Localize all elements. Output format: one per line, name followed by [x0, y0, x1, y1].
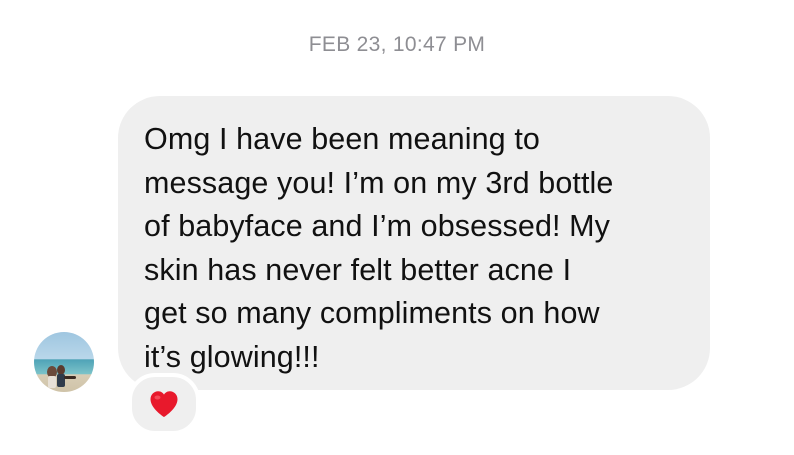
message-text: Omg I have been meaning to message you! …: [144, 118, 686, 379]
message-line: get so many compliments on how: [144, 296, 600, 330]
message-line: Omg I have been meaning to: [144, 122, 540, 156]
message-line: of babyface and I’m obsessed! My: [144, 209, 611, 243]
message-line: it’s glowing!!!: [144, 339, 320, 374]
message-line: message you! I’m on my 3rd bottle: [144, 165, 614, 200]
message-timestamp: FEB 23, 10:47 PM: [308, 33, 486, 56]
reaction-badge[interactable]: [128, 373, 200, 435]
sender-avatar[interactable]: [34, 332, 94, 392]
message-line: skin has never felt better acne I: [144, 252, 572, 287]
heart-icon: [150, 391, 178, 417]
message-bubble[interactable]: Omg I have been meaning to message you! …: [118, 96, 710, 390]
avatar-photo: [34, 332, 94, 392]
